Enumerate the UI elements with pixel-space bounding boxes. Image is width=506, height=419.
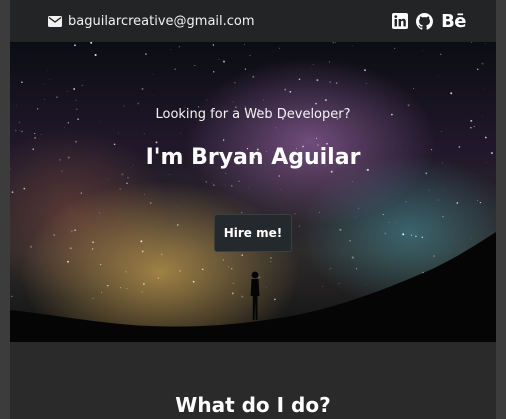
- top-bar: baguilarcreative@gmail.com Bē: [10, 0, 496, 42]
- behance-icon[interactable]: Bē: [441, 11, 466, 32]
- horizon-silhouette: [10, 232, 496, 342]
- github-icon[interactable]: [416, 12, 434, 30]
- social-links: Bē: [392, 10, 466, 32]
- section-title-what-do-i-do: What do I do?: [175, 393, 331, 417]
- hero-banner: Looking for a Web Developer? I'm Bryan A…: [10, 42, 496, 342]
- linkedin-icon[interactable]: [392, 13, 409, 29]
- page: baguilarcreative@gmail.com Bē Looking fo…: [10, 0, 496, 419]
- hero-tagline: Looking for a Web Developer?: [155, 107, 351, 122]
- hero-heading: I'm Bryan Aguilar: [145, 145, 361, 170]
- mail-icon: [48, 15, 62, 27]
- email-text: baguilarcreative@gmail.com: [68, 13, 255, 29]
- email-link[interactable]: baguilarcreative@gmail.com: [48, 12, 255, 30]
- hire-me-button[interactable]: Hire me!: [214, 214, 292, 252]
